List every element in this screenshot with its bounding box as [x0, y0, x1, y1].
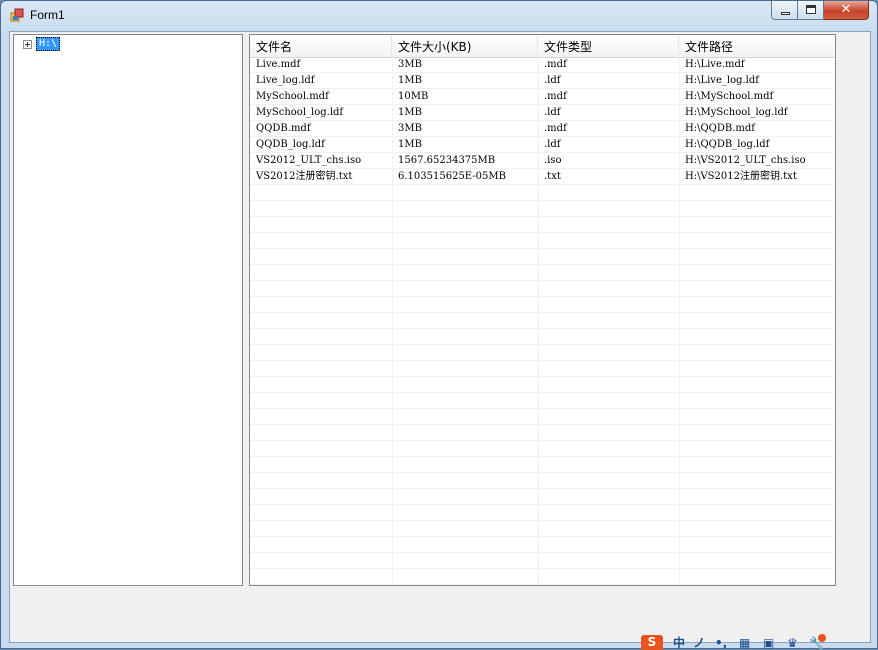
cell-file-name: Live.mdf — [256, 59, 301, 70]
empty-row — [250, 441, 835, 457]
window-title: Form1 — [30, 8, 65, 22]
empty-row — [250, 409, 835, 425]
empty-row — [250, 505, 835, 521]
column-header-name[interactable]: 文件名 — [250, 35, 392, 57]
list-header: 文件名 文件大小(KB) 文件类型 文件路径 — [250, 35, 835, 58]
empty-row — [250, 313, 835, 329]
empty-row — [250, 201, 835, 217]
empty-row — [250, 473, 835, 489]
empty-row — [250, 345, 835, 361]
column-header-path[interactable]: 文件路径 — [679, 35, 835, 57]
empty-row — [250, 457, 835, 473]
table-row[interactable]: Live.mdf 3MB .mdf H:\Live.mdf — [250, 57, 835, 73]
empty-row — [250, 281, 835, 297]
cell-file-size: 1MB — [398, 139, 422, 150]
cell-file-type: .ldf — [544, 107, 561, 118]
close-button[interactable]: ✕ — [824, 1, 869, 20]
keyboard-icon[interactable]: ▦ — [739, 637, 750, 650]
notification-dot — [818, 634, 826, 642]
directory-tree-view[interactable]: H:\ — [13, 34, 243, 586]
empty-row — [250, 361, 835, 377]
tree-node-label[interactable]: H:\ — [36, 37, 61, 51]
ime-logo-icon[interactable]: S — [641, 635, 663, 650]
cell-file-size: 3MB — [398, 123, 422, 134]
tree-node-root[interactable]: H:\ — [23, 37, 61, 51]
cell-file-type: .mdf — [544, 59, 567, 70]
cell-file-path: H:\QQDB_log.ldf — [685, 139, 770, 150]
toolbox-icon[interactable]: ▣ — [763, 637, 774, 650]
table-row[interactable]: QQDB.mdf 3MB .mdf H:\QQDB.mdf — [250, 121, 835, 137]
file-list-view[interactable]: 文件名 文件大小(KB) 文件类型 文件路径 Live.mdf 3MB .mdf H:… — [249, 34, 836, 586]
empty-row — [250, 521, 835, 537]
table-row[interactable]: MySchool.mdf 10MB .mdf H:\MySchool.mdf — [250, 89, 835, 105]
empty-row — [250, 489, 835, 505]
cell-file-type: .ldf — [544, 75, 561, 86]
cell-file-size: 1MB — [398, 75, 422, 86]
cell-file-path: H:\MySchool_log.ldf — [685, 107, 788, 118]
cell-file-type: .mdf — [544, 123, 567, 134]
empty-row — [250, 569, 835, 585]
empty-row — [250, 425, 835, 441]
cell-file-name: Live_log.ldf — [256, 75, 315, 86]
cell-file-name: QQDB.mdf — [256, 123, 311, 134]
empty-row — [250, 537, 835, 553]
table-row[interactable]: VS2012注册密钥.txt 6.103515625E-05MB .txt H:\VS… — [250, 169, 835, 185]
cell-file-size: 3MB — [398, 59, 422, 70]
cell-file-name: QQDB_log.ldf — [256, 139, 325, 150]
cell-file-size: 1567.65234375MB — [398, 155, 496, 166]
table-row[interactable]: MySchool_log.ldf 1MB .ldf H:\MySchool_log.l… — [250, 105, 835, 121]
empty-row — [250, 377, 835, 393]
cell-file-type: .iso — [544, 155, 562, 166]
empty-row — [250, 297, 835, 313]
cell-file-type: .mdf — [544, 91, 567, 102]
cell-file-type: .txt — [544, 171, 561, 182]
cell-file-path: H:\QQDB.mdf — [685, 123, 755, 134]
empty-row — [250, 233, 835, 249]
shirt-icon[interactable]: ♛ — [787, 637, 798, 650]
cell-file-name: MySchool.mdf — [256, 91, 329, 102]
maximize-button[interactable] — [798, 1, 824, 20]
cell-file-size: 6.103515625E-05MB — [398, 171, 506, 182]
cell-file-name: VS2012_ULT_chs.iso — [256, 155, 362, 166]
cell-file-name: MySchool_log.ldf — [256, 107, 344, 118]
cell-file-path: H:\VS2012注册密钥.txt — [685, 171, 797, 182]
cell-file-size: 1MB — [398, 107, 422, 118]
column-header-type[interactable]: 文件类型 — [538, 35, 679, 57]
table-row[interactable]: Live_log.ldf 1MB .ldf H:\Live_log.ldf — [250, 73, 835, 89]
cell-file-path: H:\VS2012_ULT_chs.iso — [685, 155, 806, 166]
ime-toolbar: S 中 ノ •, ▦ ▣ ♛ 🔧 — [637, 633, 878, 650]
moon-icon[interactable]: ノ — [693, 637, 705, 650]
caption-buttons: ✕ — [771, 1, 869, 21]
chinese-mode-icon[interactable]: 中 — [673, 637, 685, 650]
close-icon: ✕ — [840, 2, 852, 17]
punctuation-icon[interactable]: •, — [715, 637, 727, 650]
title-bar[interactable]: Form1 ✕ — [1, 1, 877, 31]
empty-row — [250, 553, 835, 569]
cell-file-path: H:\Live.mdf — [685, 59, 745, 70]
cell-file-path: H:\MySchool.mdf — [685, 91, 774, 102]
empty-row — [250, 217, 835, 233]
cell-file-size: 10MB — [398, 91, 429, 102]
expand-plus-icon[interactable] — [23, 39, 32, 49]
app-form-icon — [10, 8, 24, 22]
empty-row — [250, 329, 835, 345]
empty-row — [250, 265, 835, 281]
cell-file-name: VS2012注册密钥.txt — [256, 171, 353, 182]
empty-row — [250, 185, 835, 201]
cell-file-type: .ldf — [544, 139, 561, 150]
minimize-button[interactable] — [771, 1, 798, 20]
table-row[interactable]: QQDB_log.ldf 1MB .ldf H:\QQDB_log.ldf — [250, 137, 835, 153]
main-window: Form1 ✕ H:\ 文件名 文件大小(KB) 文件类型 文件路径 Live.… — [0, 0, 878, 650]
empty-row — [250, 249, 835, 265]
column-header-size[interactable]: 文件大小(KB) — [392, 35, 538, 57]
table-row[interactable]: VS2012_ULT_chs.iso 1567.65234375MB .iso H:\… — [250, 153, 835, 169]
empty-row — [250, 393, 835, 409]
cell-file-path: H:\Live_log.ldf — [685, 75, 759, 86]
